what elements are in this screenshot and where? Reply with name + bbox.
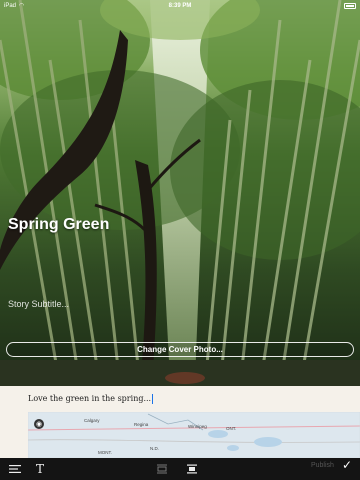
battery-icon (344, 2, 356, 9)
map-label-ont: ONT. (226, 426, 237, 431)
list-format-button[interactable] (8, 458, 22, 480)
publish-button[interactable]: Publish (311, 462, 334, 469)
body-text-content: Love the green in the spring... (28, 394, 152, 403)
status-bar: iPad ◠ 8:39 PM (0, 0, 360, 11)
embedded-map[interactable]: ◉ Calgary Regina Winnipeg ONT. MONT. N.D… (28, 412, 360, 458)
story-body-text[interactable]: Love the green in the spring... (28, 394, 154, 404)
carrier-label: iPad (4, 2, 17, 9)
map-label-winnipeg: Winnipeg (188, 424, 207, 429)
insert-media-icon (157, 464, 167, 474)
map-label-regina: Regina (134, 422, 149, 427)
bottom-toolbar: T Publish ✓ (0, 458, 360, 480)
status-time: 8:39 PM (168, 2, 192, 9)
story-editor-screen: iPad ◠ 8:39 PM Spring Green Story Subtit… (0, 0, 360, 480)
story-subtitle-field[interactable]: Story Subtitle... (8, 299, 69, 309)
list-icon (9, 465, 21, 473)
story-title[interactable]: Spring Green (8, 216, 109, 234)
cover-photo[interactable] (0, 0, 360, 386)
status-left: iPad ◠ (4, 2, 25, 10)
map-graphic (28, 412, 360, 458)
change-cover-photo-button[interactable]: Change Cover Photo... (6, 342, 354, 357)
insert-block-icon (187, 464, 197, 474)
done-check-icon[interactable]: ✓ (342, 458, 352, 472)
map-label-nd: N.D. (150, 446, 159, 451)
insert-block-button[interactable] (186, 458, 198, 480)
map-label-mont: MONT. (98, 450, 112, 455)
story-editor[interactable]: Love the green in the spring... ◉ Calgar… (0, 386, 360, 458)
toolbar-center-group (156, 458, 198, 480)
text-style-button[interactable]: T (30, 458, 50, 480)
bamboo-forest-image (0, 0, 360, 386)
wifi-icon: ◠ (19, 3, 25, 9)
toolbar-right-group: Publish ✓ (311, 458, 352, 472)
text-cursor (152, 394, 154, 404)
globe-icon: ◉ (34, 419, 44, 429)
map-label-calgary: Calgary (84, 418, 100, 423)
insert-media-button[interactable] (156, 458, 168, 480)
